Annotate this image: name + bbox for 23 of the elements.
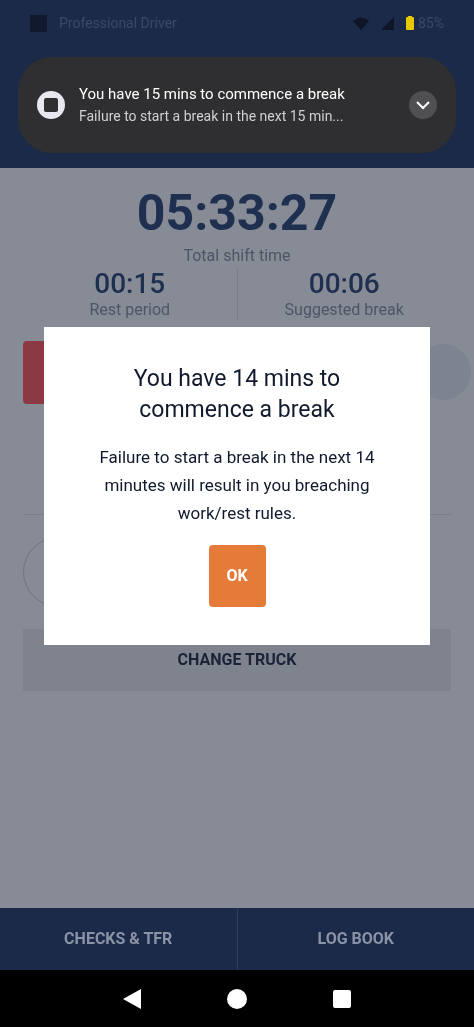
signal-icon <box>381 16 394 30</box>
total-shift-time: 05:33:27 <box>136 188 338 238</box>
stat-value: 00:06 <box>308 268 380 300</box>
notification-title: You have 15 mins to commence a break <box>79 84 346 106</box>
stat-label: Suggested break <box>284 300 404 320</box>
app-icon <box>30 14 47 32</box>
recents-icon[interactable] <box>333 989 351 1008</box>
stat-label: Rest period <box>89 300 171 320</box>
wifi-icon <box>353 16 369 30</box>
bottom-tab[interactable]: CHECKS & TFR <box>0 908 237 970</box>
ok-button[interactable]: OK <box>208 545 266 607</box>
notification-card[interactable]: You have 15 mins to commence a break Failure to start a break in the next 15 min... <box>18 57 456 153</box>
back-icon[interactable] <box>123 988 141 1009</box>
chevron-down-icon <box>416 100 430 110</box>
notification-text: Failure to start a break in the next 15 min... <box>79 106 345 126</box>
battery-icon <box>406 16 414 30</box>
total-shift-label: Total shift time <box>183 246 291 266</box>
stat-value: 00:15 <box>94 268 166 300</box>
dialog-title: You have 14 mins to commence a break <box>132 364 342 425</box>
app-icon <box>37 91 65 119</box>
dialog-message: Failure to start a break in the next 14 minutes will result in you breaching work/rest rules. <box>98 446 376 525</box>
home-icon[interactable] <box>227 988 247 1009</box>
expand-button[interactable] <box>409 91 437 119</box>
